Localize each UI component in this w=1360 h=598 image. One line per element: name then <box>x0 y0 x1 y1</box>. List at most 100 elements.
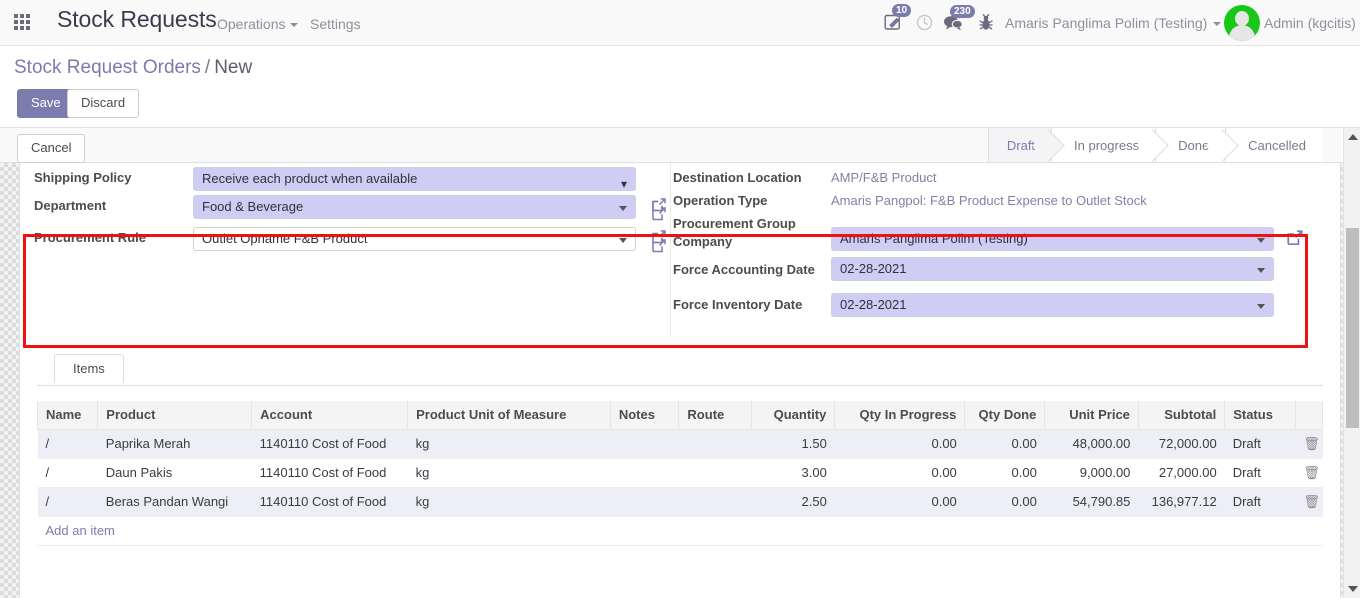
status-stage-cancelled[interactable]: Cancelled <box>1225 128 1322 162</box>
user-menu[interactable]: Admin (kgcitis) <box>1264 15 1356 31</box>
cell-qty-in-progress[interactable]: 0.00 <box>834 458 965 488</box>
col-subtotal[interactable]: Subtotal <box>1137 401 1226 430</box>
force-accounting-date-input[interactable]: 02-28-2021 <box>831 257 1274 281</box>
app-root: Stock Requests Operations Settings 10 23… <box>0 0 1360 598</box>
cell-account[interactable]: 1140110 Cost of Food <box>251 429 408 459</box>
chevron-down-icon <box>1257 238 1265 243</box>
cell-uom[interactable]: kg <box>407 487 611 517</box>
add-item-link[interactable]: Add an item <box>46 523 115 538</box>
debug-bug-icon[interactable] <box>977 13 995 35</box>
company-external-link-icon[interactable] <box>1286 229 1303 246</box>
cell-uom[interactable]: kg <box>407 458 611 488</box>
cell-account[interactable]: 1140110 Cost of Food <box>251 458 408 488</box>
cell-name[interactable]: / <box>37 487 98 517</box>
chevron-down-icon <box>1213 22 1222 27</box>
cell-quantity[interactable]: 2.50 <box>751 487 835 517</box>
scroll-up-arrow-icon[interactable] <box>1348 134 1358 140</box>
avatar[interactable] <box>1224 5 1260 41</box>
save-button[interactable]: Save <box>17 89 75 118</box>
col-qty-done[interactable]: Qty Done <box>964 401 1046 430</box>
delete-row-cell[interactable]: 🗑 <box>1295 487 1323 517</box>
breadcrumb-root[interactable]: Stock Request Orders <box>14 57 201 78</box>
cell-qty-in-progress[interactable]: 0.00 <box>834 429 965 459</box>
cell-name[interactable]: / <box>37 458 98 488</box>
delete-row-cell[interactable]: 🗑 <box>1295 429 1323 459</box>
scroll-down-arrow-icon[interactable] <box>1348 586 1358 592</box>
cell-route[interactable] <box>678 458 752 488</box>
col-name[interactable]: Name <box>36 401 99 430</box>
discard-button[interactable]: Discard <box>67 89 140 118</box>
trash-icon[interactable]: 🗑 <box>1303 465 1320 480</box>
col-unit-price[interactable]: Unit Price <box>1044 401 1139 430</box>
col-status[interactable]: Status <box>1224 401 1296 430</box>
form-column-divider <box>670 163 671 335</box>
cell-status[interactable]: Draft <box>1224 458 1296 488</box>
cell-status[interactable]: Draft <box>1224 429 1296 459</box>
apps-grid-icon[interactable] <box>14 14 34 32</box>
cell-notes[interactable] <box>610 429 679 459</box>
procurement-rule-input[interactable]: Outlet Opname F&B Product <box>193 227 636 251</box>
cell-product[interactable]: Beras Pandan Wangi <box>97 487 252 517</box>
company-external-link-icon-left[interactable] <box>651 238 667 254</box>
cell-product[interactable]: Daun Pakis <box>97 458 252 488</box>
vertical-scrollbar[interactable] <box>1343 128 1360 598</box>
add-item-row[interactable]: Add an item <box>37 516 1323 546</box>
menu-operations[interactable]: Operations <box>217 16 299 32</box>
company-input[interactable]: Amaris Panglima Polim (Testing) <box>831 227 1274 251</box>
cell-status[interactable]: Draft <box>1224 487 1296 517</box>
cell-qty-in-progress[interactable]: 0.00 <box>834 487 965 517</box>
delete-row-cell[interactable]: 🗑 <box>1295 458 1323 488</box>
table-row[interactable]: / Paprika Merah 1140110 Cost of Food kg … <box>37 429 1323 459</box>
status-stage-draft[interactable]: Draft <box>987 128 1052 162</box>
messages-chat-icon[interactable]: 230 <box>943 5 975 34</box>
col-route[interactable]: Route <box>678 401 753 430</box>
activity-pencil-icon[interactable]: 10 <box>884 4 912 34</box>
force-inventory-date-input[interactable]: 02-28-2021 <box>831 293 1274 317</box>
cell-name[interactable]: / <box>37 429 98 459</box>
department-input[interactable]: Food & Beverage <box>193 195 636 219</box>
tab-items[interactable]: Items <box>54 354 124 383</box>
label-procurement-rule: Procurement Rule <box>34 230 146 245</box>
company-switcher[interactable]: Amaris Panglima Polim (Testing) <box>1005 15 1222 31</box>
menu-settings[interactable]: Settings <box>310 16 361 32</box>
activity-badge: 10 <box>892 4 912 17</box>
cell-subtotal[interactable]: 27,000.00 <box>1138 458 1225 488</box>
cell-subtotal[interactable]: 72,000.00 <box>1138 429 1225 459</box>
cell-route[interactable] <box>678 429 752 459</box>
cell-uom[interactable]: kg <box>407 429 611 459</box>
table-row[interactable]: / Daun Pakis 1140110 Cost of Food kg 3.0… <box>37 458 1323 488</box>
col-notes[interactable]: Notes <box>609 401 680 430</box>
cell-notes[interactable] <box>610 487 679 517</box>
cell-qty-done[interactable]: 0.00 <box>964 429 1045 459</box>
cell-account[interactable]: 1140110 Cost of Food <box>251 487 408 517</box>
cell-unit-price[interactable]: 54,790.85 <box>1044 487 1139 517</box>
operation-type-external-link-icon[interactable] <box>651 206 667 222</box>
menu-operations-label: Operations <box>217 16 286 32</box>
col-product[interactable]: Product <box>97 401 253 430</box>
clock-icon[interactable] <box>916 14 933 34</box>
cancel-button[interactable]: Cancel <box>17 134 86 163</box>
trash-icon[interactable]: 🗑 <box>1303 494 1320 509</box>
cell-quantity[interactable]: 1.50 <box>751 429 835 459</box>
table-row[interactable]: / Beras Pandan Wangi 1140110 Cost of Foo… <box>37 487 1323 517</box>
cell-product[interactable]: Paprika Merah <box>97 429 252 459</box>
col-qty-in-progress[interactable]: Qty In Progress <box>834 401 966 430</box>
cell-qty-done[interactable]: 0.00 <box>964 487 1045 517</box>
col-quantity[interactable]: Quantity <box>751 401 836 430</box>
cell-qty-done[interactable]: 0.00 <box>964 458 1045 488</box>
cell-unit-price[interactable]: 9,000.00 <box>1044 458 1139 488</box>
cell-unit-price[interactable]: 48,000.00 <box>1044 429 1139 459</box>
trash-icon[interactable]: 🗑 <box>1303 436 1320 451</box>
label-force-accounting-date: Force Accounting Date <box>673 262 815 277</box>
status-stage-in-progress[interactable]: In progress <box>1051 128 1156 162</box>
shipping-policy-select[interactable]: Receive each product when available ▾ <box>193 167 636 191</box>
scrollbar-thumb[interactable] <box>1346 228 1359 428</box>
cell-subtotal[interactable]: 136,977.12 <box>1138 487 1225 517</box>
col-product-uom[interactable]: Product Unit of Measure <box>407 401 611 430</box>
cell-notes[interactable] <box>610 458 679 488</box>
app-title: Stock Requests <box>57 6 217 32</box>
cell-quantity[interactable]: 3.00 <box>751 458 835 488</box>
cell-route[interactable] <box>678 487 752 517</box>
col-account[interactable]: Account <box>251 401 409 430</box>
add-item-cell[interactable]: Add an item <box>37 516 1323 546</box>
